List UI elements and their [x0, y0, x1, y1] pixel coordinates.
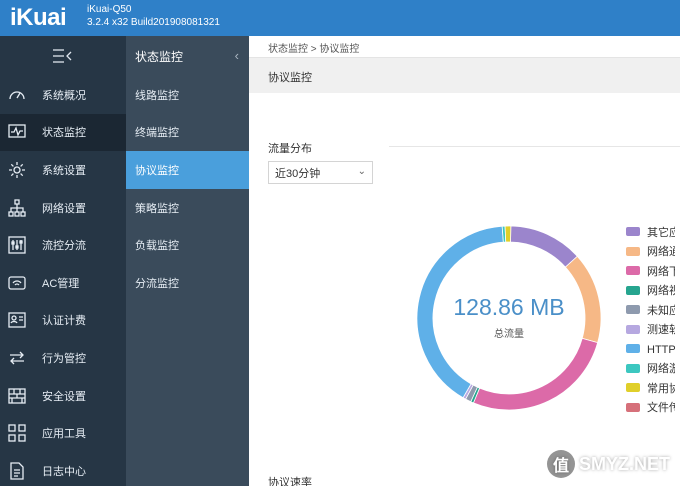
- main-content: 状态监控 > 协议监控 协议监控 流量分布 近30分钟 ⌄ 128.86 MB …: [249, 36, 680, 486]
- legend-label: 文件传: [647, 402, 675, 415]
- network-icon: [8, 198, 26, 217]
- main-nav-label: 认证计费: [42, 315, 86, 328]
- main-nav-label: 日志中心: [42, 465, 86, 478]
- main-nav-item[interactable]: 流控分流: [0, 226, 126, 264]
- subnav-title-text: 状态监控: [135, 49, 184, 64]
- legend-item[interactable]: 其它应: [626, 222, 675, 242]
- firewall-icon: [8, 387, 26, 405]
- main-nav-item[interactable]: 系统设置: [0, 151, 126, 189]
- legend-swatch: [626, 363, 640, 373]
- sliders-icon: [8, 236, 26, 254]
- section-title-rate: 协议速率: [268, 477, 312, 486]
- page-title: 协议监控: [268, 72, 312, 84]
- watermark-text: SMYZ.NET: [578, 453, 670, 474]
- legend-item[interactable]: 网络通: [626, 242, 675, 262]
- legend-item[interactable]: 文件传: [626, 398, 675, 418]
- donut-slice[interactable]: [564, 255, 602, 344]
- sub-nav-item[interactable]: 协议监控: [126, 151, 249, 189]
- legend-swatch: [626, 344, 640, 354]
- legend-label: 网络下: [647, 265, 675, 278]
- sub-nav-item[interactable]: 分流监控: [126, 264, 249, 302]
- wifi-icon: [8, 274, 26, 292]
- main-nav-item[interactable]: 状态监控: [0, 113, 126, 152]
- legend-label: 网络视: [647, 285, 675, 298]
- legend-item[interactable]: 测速软: [626, 320, 675, 340]
- time-range-value: 近30分钟: [275, 167, 321, 180]
- secondary-sidebar: 状态监控 ‹ 线路监控 终端监控 协议监控 策略监控 负载监控 分流监控: [126, 36, 249, 486]
- main-nav-item[interactable]: 行为管控: [0, 339, 126, 377]
- legend-label: 常用协: [647, 382, 675, 395]
- main-nav-label: 流控分流: [42, 240, 86, 253]
- legend-swatch: [626, 402, 640, 412]
- legend-item[interactable]: 网络视: [626, 281, 675, 301]
- traffic-donut-chart: [416, 225, 602, 411]
- gear-icon: [8, 161, 26, 179]
- legend-label: 网络游: [647, 363, 675, 376]
- chevron-down-icon: ⌄: [357, 166, 366, 177]
- donut-slice[interactable]: [472, 337, 599, 411]
- legend-item[interactable]: 网络下: [626, 261, 675, 281]
- donut-slice[interactable]: [416, 225, 504, 399]
- legend-swatch: [626, 246, 640, 256]
- sub-nav-item[interactable]: 终端监控: [126, 114, 249, 152]
- legend-item[interactable]: 常用协: [626, 378, 675, 398]
- legend-item[interactable]: HTTP协: [626, 339, 675, 359]
- monitor-icon: [8, 123, 26, 141]
- main-nav-item[interactable]: AC管理: [0, 264, 126, 302]
- sub-nav-item[interactable]: 策略监控: [126, 189, 249, 227]
- legend-swatch: [626, 383, 640, 393]
- breadcrumb: 状态监控 > 协议监控: [268, 44, 360, 55]
- main-nav-label: 行为管控: [42, 352, 86, 365]
- legend-swatch: [626, 266, 640, 276]
- main-nav-item[interactable]: 认证计费: [0, 302, 126, 340]
- main-nav-item[interactable]: 安全设置: [0, 377, 126, 415]
- main-nav-label: 系统概况: [42, 89, 86, 102]
- device-model: iKuai-Q50: [87, 4, 132, 15]
- legend-swatch: [626, 324, 640, 334]
- main-sidebar: 系统概况状态监控系统设置网络设置流控分流 AC管理认证计费行为管控安全设置应用工具…: [0, 36, 126, 486]
- chevron-left-icon[interactable]: ‹: [235, 48, 239, 63]
- main-nav-item[interactable]: 系统概况: [0, 76, 126, 114]
- dashboard-icon: [8, 86, 26, 104]
- watermark: 值 SMYZ.NET: [546, 450, 670, 478]
- legend-item[interactable]: 未知应: [626, 300, 675, 320]
- chart-legend: 其它应网络通网络下网络视未知应测速软 HTTP协网络游常用协文件传: [626, 222, 675, 417]
- log-icon: [8, 462, 26, 480]
- main-nav-label: 系统设置: [42, 164, 86, 177]
- time-range-select[interactable]: 近30分钟 ⌄: [268, 161, 373, 184]
- main-nav-label: 网络设置: [42, 202, 86, 215]
- legend-swatch: [626, 227, 640, 237]
- section-divider: [389, 146, 680, 147]
- legend-swatch: [626, 285, 640, 295]
- main-nav-label: AC管理: [42, 277, 80, 290]
- main-nav-item[interactable]: 网络设置: [0, 189, 126, 227]
- legend-label: 未知应: [647, 304, 675, 317]
- legend-swatch: [626, 305, 640, 315]
- main-nav-label: 应用工具: [42, 428, 86, 441]
- donut-slice[interactable]: [510, 225, 578, 268]
- arrows-icon: [8, 349, 26, 367]
- page-title-bar: 协议监控: [249, 57, 680, 93]
- watermark-logo-icon: 值: [546, 450, 575, 478]
- collapse-menu-icon[interactable]: [0, 36, 126, 76]
- apps-icon: [8, 424, 26, 442]
- top-header-bar: iKuai iKuai-Q50 3.2.4 x32 Build201908081…: [0, 0, 680, 36]
- section-title-traffic: 流量分布: [268, 143, 312, 155]
- donut-slice[interactable]: [504, 225, 512, 243]
- firmware-build: 3.2.4 x32 Build201908081321: [87, 17, 220, 28]
- main-nav-item[interactable]: 应用工具: [0, 414, 126, 452]
- legend-label: HTTP协: [647, 343, 675, 356]
- ikuai-logo: iKuai: [10, 4, 67, 31]
- legend-label: 网络通: [647, 246, 675, 259]
- subnav-title: 状态监控 ‹: [126, 36, 249, 76]
- legend-label: 测速软: [647, 324, 675, 337]
- main-nav-item[interactable]: 日志中心: [0, 452, 126, 486]
- main-nav-label: 状态监控: [42, 127, 86, 140]
- main-nav-label: 安全设置: [42, 390, 86, 403]
- sub-nav-item[interactable]: 线路监控: [126, 76, 249, 114]
- legend-item[interactable]: 网络游: [626, 359, 675, 379]
- sub-nav-item[interactable]: 负载监控: [126, 226, 249, 264]
- id-card-icon: [8, 311, 26, 329]
- legend-label: 其它应: [647, 226, 675, 239]
